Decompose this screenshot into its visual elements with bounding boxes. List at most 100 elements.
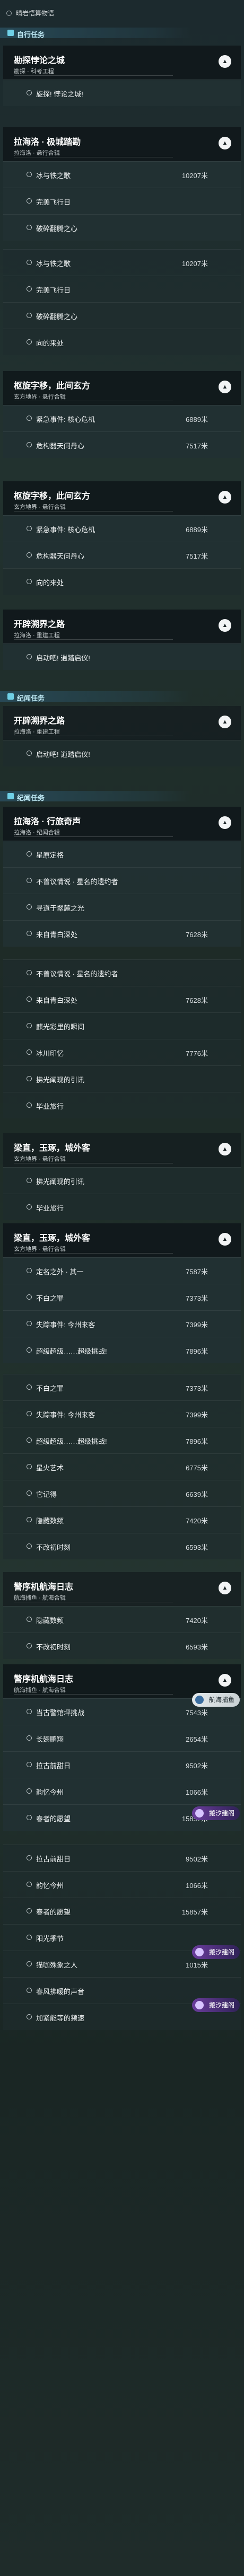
group-divider bbox=[14, 1253, 173, 1254]
quest-row[interactable]: 毕业旅行 bbox=[3, 1092, 241, 1118]
quest-row[interactable]: 它记得 6639米 bbox=[3, 1480, 241, 1506]
quest-row[interactable]: 紧急事件: 核心危机 6889米 bbox=[3, 515, 241, 542]
quest-marker-icon bbox=[27, 654, 32, 659]
quest-row[interactable]: 麒光彩里的瞬间 bbox=[3, 1012, 241, 1039]
collapse-chevron-icon[interactable] bbox=[219, 55, 231, 68]
quest-group-header[interactable]: 勘探悖论之城 勘探 · 科考工程 bbox=[3, 46, 241, 80]
quest-row[interactable]: 长翅鹏翔 2654米 bbox=[3, 1725, 241, 1751]
quest-row[interactable]: 寻道于翠麓之光 bbox=[3, 894, 241, 920]
section-header[interactable]: 纪闻任务 bbox=[0, 789, 244, 804]
quest-group-header[interactable]: 枢旋字移，此间玄方 玄方地界 · 悬行合辑 bbox=[3, 481, 241, 515]
section-header[interactable]: 自行任务 bbox=[0, 25, 244, 40]
quest-group-header[interactable]: 拉海洛 · 极城踏勘 拉海洛 · 悬行合辑 bbox=[3, 127, 241, 161]
floating-badge[interactable]: 搬汐建阁 bbox=[192, 1806, 240, 1820]
quest-row[interactable]: 毕业旅行 bbox=[3, 1194, 241, 1220]
quest-row[interactable]: 拉古前甜日 9502米 bbox=[3, 1845, 241, 1871]
quest-row[interactable]: 隐藏数频 7420米 bbox=[3, 1506, 241, 1533]
quest-row[interactable]: 来自青白深处 7628米 bbox=[3, 920, 241, 947]
quest-row[interactable]: 拉古前甜日 9502米 bbox=[3, 1751, 241, 1778]
collapse-chevron-icon[interactable] bbox=[219, 716, 231, 728]
section-header[interactable]: 纪闻任务 bbox=[0, 689, 244, 704]
quest-row[interactable]: 超级超级……超级挑战! 7896米 bbox=[3, 1337, 241, 1363]
collapse-chevron-icon[interactable] bbox=[219, 381, 231, 393]
quest-row[interactable]: 危构器天问丹心 7517米 bbox=[3, 542, 241, 568]
quest-group-header[interactable]: 梁直，玉琢，城外客 玄方地界 · 悬行合辑 bbox=[3, 1133, 241, 1167]
quest-row[interactable]: 危构器天问丹心 7517米 bbox=[3, 431, 241, 458]
quest-row[interactable]: 紧急事件: 核心危机 6889米 bbox=[3, 405, 241, 431]
quest-marker-icon bbox=[27, 1268, 32, 1273]
quest-row[interactable]: 韵忆今州 1066米 bbox=[3, 1871, 241, 1898]
quest-marker-icon bbox=[27, 751, 32, 756]
quest-row[interactable]: 完美飞行日 bbox=[3, 276, 241, 302]
group-subtitle: 玄方地界 · 悬行合辑 bbox=[14, 504, 66, 510]
quest-row[interactable]: 启动吧! 逍踏启仪! bbox=[3, 643, 241, 670]
group-title: 拉海洛 · 极城踏勘 bbox=[14, 138, 81, 147]
group-title: 枢旋字移，此间玄方 bbox=[14, 492, 91, 501]
group-divider bbox=[14, 1694, 173, 1695]
quest-row[interactable]: 超级超级……超级挑战! 7896米 bbox=[3, 1427, 241, 1453]
quest-row[interactable]: 启动吧! 逍踏启仪! bbox=[3, 740, 241, 766]
floating-badge[interactable]: 搬汐建阁 bbox=[192, 1945, 240, 1959]
collapse-chevron-icon[interactable] bbox=[219, 1674, 231, 1687]
quest-group-header[interactable]: 拉海洛 · 行旅奇声 拉海洛 · 纪闻合辑 bbox=[3, 807, 241, 841]
quest-row[interactable]: 不曾议情说 · 星名的遗约者 bbox=[3, 959, 241, 986]
quest-distance: 7587米 bbox=[186, 1268, 208, 1276]
group-subtitle: 玄方地界 · 悬行合辑 bbox=[14, 394, 66, 400]
quest-row[interactable]: 破碎翻腾之心 bbox=[3, 214, 241, 241]
quest-group-header[interactable]: 梁直，玉琢，城外客 玄方地界 · 悬行合辑 bbox=[3, 1223, 241, 1257]
group-subtitle: 拉海洛 · 重建工程 bbox=[14, 729, 60, 735]
quest-group-header[interactable]: 枢旋字移，此间玄方 玄方地界 · 悬行合辑 bbox=[3, 371, 241, 405]
collapse-chevron-icon[interactable] bbox=[219, 816, 231, 829]
quest-row[interactable]: 完美飞行日 bbox=[3, 188, 241, 214]
quest-group-header[interactable]: 开辟溯界之路 拉海洛 · 重建工程 bbox=[3, 610, 241, 643]
quest-row[interactable]: 春者的愿望 15857米 bbox=[3, 1898, 241, 1924]
quest-name: 拂光阐现的引讯 bbox=[36, 1178, 85, 1186]
quest-distance: 7373米 bbox=[186, 1384, 208, 1392]
quest-group-header[interactable]: 开辟溯界之路 拉海洛 · 重建工程 bbox=[3, 706, 241, 740]
quest-row[interactable]: 不白之罪 7373米 bbox=[3, 1374, 241, 1400]
quest-row[interactable]: 不白之罪 7373米 bbox=[3, 1284, 241, 1310]
quest-row[interactable]: 星火艺术 6775米 bbox=[3, 1453, 241, 1480]
collapse-chevron-icon[interactable] bbox=[219, 1143, 231, 1155]
quest-name: 拉古前甜日 bbox=[36, 1855, 71, 1863]
quest-name: 危构器天问丹心 bbox=[36, 442, 85, 450]
quest-name: 定名之外 · 其一 bbox=[36, 1268, 84, 1276]
quest-marker-icon bbox=[27, 851, 32, 857]
collapse-chevron-icon[interactable] bbox=[219, 491, 231, 504]
quest-category-icon bbox=[7, 793, 14, 799]
quest-row[interactable]: 星原定格 bbox=[3, 841, 241, 867]
collapse-chevron-icon[interactable] bbox=[219, 137, 231, 149]
quest-row[interactable]: 不改初时刻 6593米 bbox=[3, 1633, 241, 1659]
quest-row[interactable]: 破碎翻腾之心 bbox=[3, 302, 241, 329]
quest-row[interactable]: 冰与铁之歌 10207米 bbox=[3, 161, 241, 188]
quest-name: 紧急事件: 核心危机 bbox=[36, 416, 95, 424]
group-subtitle: 玄方地界 · 悬行合辑 bbox=[14, 1156, 66, 1162]
quest-row[interactable]: 失踪事件: 今州来客 7399米 bbox=[3, 1310, 241, 1337]
quest-row[interactable]: 向的来处 bbox=[3, 329, 241, 355]
collapse-chevron-icon[interactable] bbox=[219, 619, 231, 632]
quest-row[interactable]: 来自青白深处 7628米 bbox=[3, 986, 241, 1012]
floating-badge[interactable]: 航海捕鱼 bbox=[192, 1693, 240, 1707]
collapse-chevron-icon[interactable] bbox=[219, 1582, 231, 1594]
quest-group-header[interactable]: 警序机航海日志 航海捕鱼 · 航海合辑 bbox=[3, 1572, 241, 1606]
quest-row[interactable]: 韵忆今州 1066米 bbox=[3, 1778, 241, 1804]
quest-row[interactable]: 冰与铁之歌 10207米 bbox=[3, 249, 241, 276]
floating-badge[interactable]: 搬汐建阁 bbox=[192, 1998, 240, 2012]
quest-row[interactable]: 不曾议情说 · 星名的遗约者 bbox=[3, 867, 241, 894]
quest-marker-icon bbox=[27, 1735, 32, 1741]
quest-row[interactable]: 旋探! 悖论之城! bbox=[3, 80, 241, 106]
quest-row[interactable]: 拂光阐现的引讯 bbox=[3, 1167, 241, 1194]
quest-row[interactable]: 定名之外 · 其一 7587米 bbox=[3, 1257, 241, 1284]
badge-label: 搬汐建阁 bbox=[208, 1810, 234, 1817]
quest-row[interactable]: 隐藏数频 7420米 bbox=[3, 1606, 241, 1633]
quest-marker-icon bbox=[27, 2014, 32, 2019]
quest-row[interactable]: 不改初时刻 6593米 bbox=[3, 1533, 241, 1559]
collapse-chevron-icon[interactable] bbox=[219, 1233, 231, 1246]
quest-row[interactable]: 失踪事件: 今州来客 7399米 bbox=[3, 1400, 241, 1427]
quest-distance: 10207米 bbox=[181, 260, 208, 268]
quest-row[interactable]: 向的来处 bbox=[3, 568, 241, 595]
quest-row[interactable]: 拂光阐现的引讯 bbox=[3, 1065, 241, 1092]
quest-row[interactable]: 冰川印忆 7776米 bbox=[3, 1039, 241, 1065]
quest-name: 超级超级……超级挑战! bbox=[36, 1347, 107, 1355]
group-subtitle: 玄方地界 · 悬行合辑 bbox=[14, 1246, 66, 1252]
